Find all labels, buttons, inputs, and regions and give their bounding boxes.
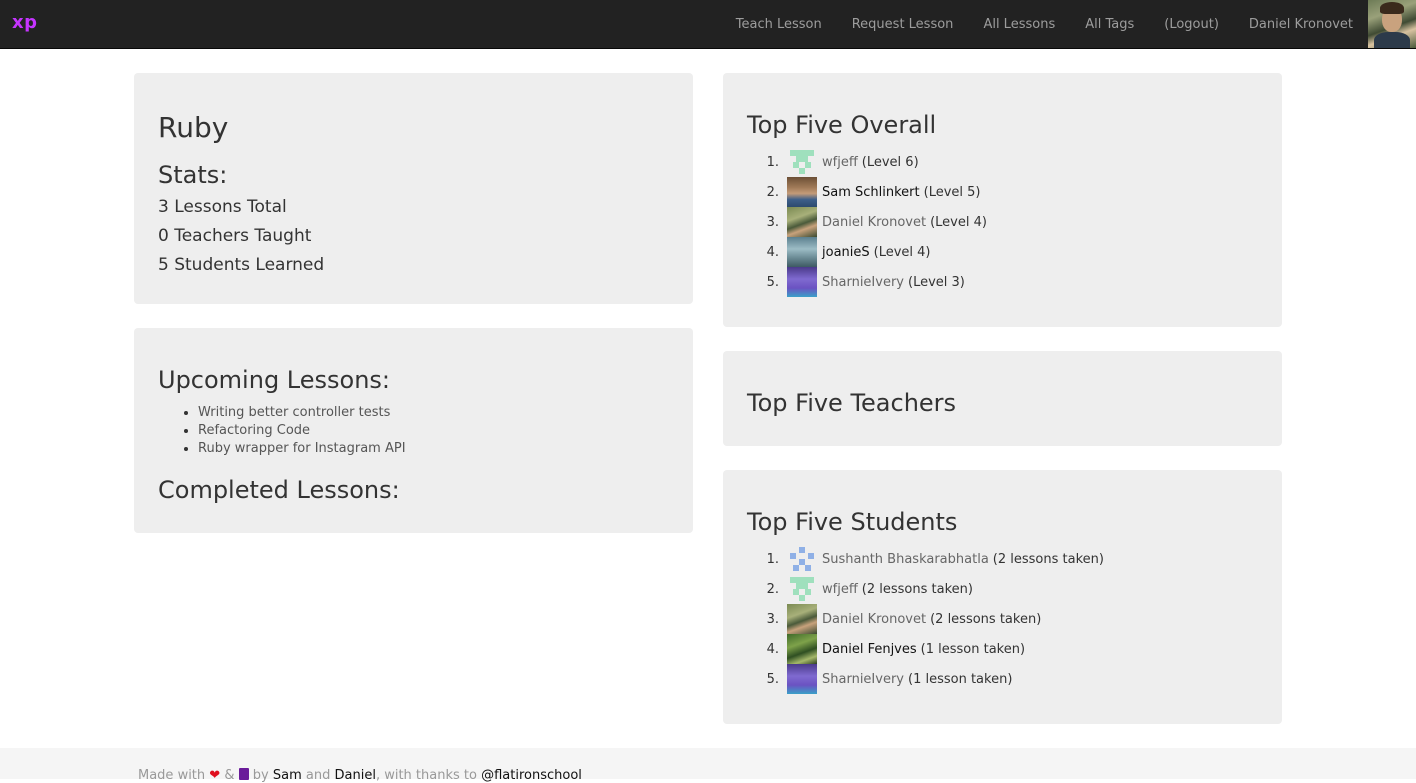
footer-daniel-link[interactable]: Daniel [335, 768, 376, 783]
footer-credits: Made with ❤ & by Sam and Daniel, with th… [138, 768, 582, 783]
tag-stats-panel: Ruby Stats: 3 Lessons Total 0 Teachers T… [134, 73, 693, 304]
footer: Made with ❤ & by Sam and Daniel, with th… [0, 748, 1416, 783]
top-overall-heading: Top Five Overall [747, 111, 937, 139]
level-text: (Level 4) [873, 244, 931, 260]
footer-and: and [305, 768, 331, 783]
avatar [787, 604, 817, 634]
rank-number: 2. [766, 581, 779, 597]
footer-made-with: Made with [138, 768, 206, 783]
avatar [787, 544, 817, 574]
list-item: 2. Sam Schlinkert (Level 5) [747, 177, 987, 207]
heart-icon: ❤ [209, 768, 221, 783]
rank-number: 1. [766, 154, 779, 170]
avatar [787, 177, 817, 207]
list-item: 3. Daniel Kronovet (2 lessons taken) [747, 604, 1104, 634]
stat-students-learned: 5 Students Learned [158, 255, 325, 275]
rank-number: 5. [766, 671, 779, 687]
top-navbar: xp Teach Lesson Request Lesson All Lesso… [0, 0, 1416, 49]
avatar [787, 237, 817, 267]
list-item: 1. Sushanth Bhaskarabhatla (2 lessons ta… [747, 544, 1104, 574]
footer-thanks: , with thanks to [375, 768, 477, 783]
footer-by: by [252, 768, 269, 783]
upcoming-lessons-list: Writing better controller tests Refactor… [158, 404, 406, 458]
list-item: 3. Daniel Kronovet (Level 4) [747, 207, 987, 237]
completed-lessons-heading: Completed Lessons: [158, 476, 400, 504]
avatar [787, 574, 817, 604]
avatar [787, 267, 817, 297]
footer-amp: & [224, 768, 235, 783]
user-link[interactable]: Daniel Kronovet [822, 612, 926, 627]
rank-number: 2. [766, 184, 779, 200]
list-item: 2. wfjeff (2 lessons taken) [747, 574, 1104, 604]
nav-all-lessons-link[interactable]: All Lessons [983, 17, 1055, 32]
rank-number: 1. [766, 551, 779, 567]
avatar [787, 664, 817, 694]
lessons-taken-text: (2 lessons taken) [861, 581, 973, 597]
avatar [787, 207, 817, 237]
lessons-panel: Upcoming Lessons: Writing better control… [134, 328, 693, 533]
list-item: Writing better controller tests [198, 404, 406, 422]
footer-sam-link[interactable]: Sam [273, 768, 302, 783]
user-avatar[interactable] [1368, 0, 1416, 48]
tag-title: Ruby [158, 111, 229, 144]
lessons-taken-text: (2 lessons taken) [992, 551, 1104, 567]
list-item: 4. Daniel Fenjves (1 lesson taken) [747, 634, 1104, 664]
nav-all-tags-link[interactable]: All Tags [1085, 17, 1134, 32]
upcoming-lessons-heading: Upcoming Lessons: [158, 366, 391, 394]
top-teachers-heading: Top Five Teachers [747, 389, 957, 417]
user-link[interactable]: SharnieIvery [822, 275, 904, 290]
user-link[interactable]: Daniel Kronovet [822, 215, 926, 230]
book-icon [238, 768, 249, 780]
top-students-panel: Top Five Students 1. Sushanth Bhaskarabh… [723, 470, 1282, 724]
level-text: (Level 3) [908, 274, 965, 290]
stats-heading: Stats: [158, 161, 228, 189]
nav-links: Teach Lesson Request Lesson All Lessons … [721, 0, 1368, 48]
list-item: Refactoring Code [198, 422, 406, 440]
nav-logout-link[interactable]: (Logout) [1164, 17, 1219, 32]
top-students-heading: Top Five Students [747, 508, 958, 536]
user-link[interactable]: Sam Schlinkert [822, 185, 920, 200]
user-link[interactable]: wfjeff [822, 582, 858, 597]
list-item: Ruby wrapper for Instagram API [198, 440, 406, 458]
user-link[interactable]: SharnieIvery [822, 672, 904, 687]
level-text: (Level 6) [861, 154, 919, 170]
lessons-taken-text: (1 lesson taken) [908, 671, 1013, 687]
level-text: (Level 4) [930, 214, 987, 230]
user-link[interactable]: Daniel Fenjves [822, 642, 917, 657]
top-students-list: 1. Sushanth Bhaskarabhatla (2 lessons ta… [747, 544, 1104, 694]
list-item: 1. wfjeff (Level 6) [747, 147, 987, 177]
user-link[interactable]: wfjeff [822, 155, 858, 170]
rank-number: 3. [766, 611, 779, 627]
rank-number: 3. [766, 214, 779, 230]
nav-request-lesson-link[interactable]: Request Lesson [852, 17, 954, 32]
nav-profile-link[interactable]: Daniel Kronovet [1249, 17, 1353, 32]
lessons-taken-text: (1 lesson taken) [920, 641, 1026, 657]
avatar [787, 634, 817, 664]
lesson-link[interactable]: Writing better controller tests [198, 405, 390, 420]
rank-number: 4. [766, 244, 779, 260]
footer-flatiron-link[interactable]: @flatironschool [481, 768, 582, 783]
rank-number: 4. [766, 641, 779, 657]
list-item: 5. SharnieIvery (Level 3) [747, 267, 987, 297]
lesson-link[interactable]: Ruby wrapper for Instagram API [198, 441, 406, 456]
top-teachers-panel: Top Five Teachers [723, 351, 1282, 446]
stat-teachers-taught: 0 Teachers Taught [158, 226, 312, 246]
stat-lessons-total: 3 Lessons Total [158, 197, 287, 217]
user-link[interactable]: Sushanth Bhaskarabhatla [822, 552, 989, 567]
level-text: (Level 5) [923, 184, 981, 200]
top-overall-list: 1. wfjeff (Level 6) 2. Sam Schlinkert (L… [747, 147, 987, 297]
list-item: 5. SharnieIvery (1 lesson taken) [747, 664, 1104, 694]
top-overall-panel: Top Five Overall 1. wfjeff (Level 6) 2. … [723, 73, 1282, 327]
brand-logo-link[interactable]: xp [12, 12, 38, 33]
user-link[interactable]: joanieS [822, 245, 870, 260]
list-item: 4. joanieS (Level 4) [747, 237, 987, 267]
lessons-taken-text: (2 lessons taken) [930, 611, 1042, 627]
avatar [787, 147, 817, 177]
rank-number: 5. [766, 274, 779, 290]
nav-teach-lesson-link[interactable]: Teach Lesson [736, 17, 822, 32]
lesson-link[interactable]: Refactoring Code [198, 423, 310, 438]
